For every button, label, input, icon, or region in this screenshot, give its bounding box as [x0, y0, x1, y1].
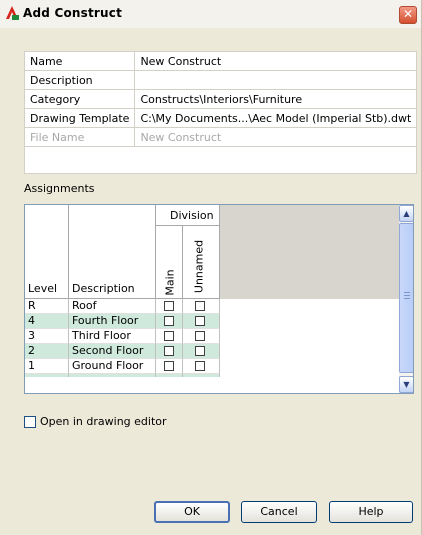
property-value[interactable]: Constructs\Interiors\Furniture: [134, 89, 417, 109]
properties-table: Name New Construct Description Category Cons…: [24, 51, 418, 174]
unnamed-column-header[interactable]: Unnamed: [183, 226, 220, 299]
close-icon: ✕: [402, 7, 414, 21]
add-construct-dialog: Add Construct ✕ Name New Construct Descrip…: [0, 0, 422, 535]
level-cell: 2: [25, 344, 69, 359]
main-cell: [156, 359, 183, 374]
table-row[interactable]: 1 Ground Floor: [25, 359, 399, 374]
unnamed-checkbox[interactable]: [195, 301, 205, 311]
property-row: File Name New Construct: [24, 127, 417, 147]
table-row[interactable]: 2 Second Floor: [25, 344, 399, 359]
grid-rows: R Roof 4 Fourth Floor 3 Third Floor 2 Second Fl…: [25, 299, 399, 377]
division-group-header: Division: [156, 205, 220, 226]
level-header-label: Level: [28, 282, 58, 295]
level-cell: R: [25, 299, 69, 314]
property-value[interactable]: C:\My Documents...\Aec Model (Imperial S…: [134, 108, 417, 128]
table-row[interactable]: 4 Fourth Floor: [25, 314, 399, 329]
partial-cell: [25, 374, 69, 377]
property-value: New Construct: [134, 127, 417, 147]
unnamed-cell: [183, 344, 220, 359]
property-key: Category: [24, 89, 136, 109]
property-row: Drawing Template C:\My Documents...\Aec M…: [24, 108, 417, 128]
property-value[interactable]: New Construct: [134, 51, 417, 71]
level-cell: 3: [25, 329, 69, 344]
description-column-header[interactable]: Description: [69, 205, 156, 299]
level-column-header[interactable]: Level: [25, 205, 69, 299]
property-row: Description: [24, 70, 417, 90]
main-checkbox[interactable]: [164, 361, 174, 371]
unnamed-cell: [183, 329, 220, 344]
ok-button[interactable]: OK: [154, 501, 230, 523]
chevron-up-icon: ▲: [403, 209, 410, 218]
unnamed-cell: [183, 314, 220, 329]
main-checkbox[interactable]: [164, 301, 174, 311]
unnamed-checkbox[interactable]: [195, 361, 205, 371]
property-key: Drawing Template: [24, 108, 136, 128]
property-value[interactable]: [134, 70, 417, 90]
partial-cell: [183, 374, 220, 377]
partial-cell: [69, 374, 156, 377]
main-column-header[interactable]: Main: [156, 226, 183, 299]
unnamed-cell: [183, 299, 220, 314]
table-row[interactable]: R Roof: [25, 299, 399, 314]
division-header-label: Division: [170, 209, 214, 222]
level-cell: 4: [25, 314, 69, 329]
unnamed-checkbox[interactable]: [195, 316, 205, 326]
property-key: Name: [24, 51, 136, 71]
description-cell: Fourth Floor: [69, 314, 156, 329]
properties-empty-space: [25, 147, 417, 174]
property-key: File Name: [24, 127, 136, 147]
unnamed-header-label: Unnamed: [192, 239, 206, 294]
scroll-down-button[interactable]: ▼: [399, 376, 413, 393]
property-row: Category Constructs\Interiors\Furniture: [24, 89, 417, 109]
main-cell: [156, 299, 183, 314]
level-cell: 1: [25, 359, 69, 374]
main-header-label: Main: [163, 269, 177, 296]
close-button[interactable]: ✕: [399, 6, 417, 24]
autocad-a-icon: [6, 6, 19, 20]
assignments-grid: Level Description Division Main Unnamed …: [24, 204, 414, 394]
chevron-down-icon: ▼: [403, 380, 410, 389]
scroll-thumb[interactable]: [399, 223, 413, 373]
dialog-title: Add Construct: [23, 6, 123, 20]
vertical-scrollbar[interactable]: ▲ ▼: [399, 205, 413, 393]
property-key: Description: [24, 70, 136, 90]
main-cell: [156, 329, 183, 344]
description-cell: Roof: [69, 299, 156, 314]
unnamed-checkbox[interactable]: [195, 346, 205, 356]
main-checkbox[interactable]: [164, 346, 174, 356]
main-checkbox[interactable]: [164, 331, 174, 341]
main-cell: [156, 344, 183, 359]
unnamed-cell: [183, 359, 220, 374]
description-cell: Ground Floor: [69, 359, 156, 374]
scroll-up-button[interactable]: ▲: [399, 205, 413, 222]
main-cell: [156, 314, 183, 329]
title-bar: Add Construct ✕: [0, 0, 421, 28]
property-row: Name New Construct: [24, 51, 417, 71]
unnamed-checkbox[interactable]: [195, 331, 205, 341]
help-button[interactable]: Help: [329, 501, 413, 523]
open-in-editor-checkbox[interactable]: [24, 416, 36, 428]
description-cell: Third Floor: [69, 329, 156, 344]
cancel-button[interactable]: Cancel: [241, 501, 317, 523]
table-row-partial: [25, 374, 399, 377]
open-in-editor-label[interactable]: Open in drawing editor: [40, 415, 167, 428]
main-checkbox[interactable]: [164, 316, 174, 326]
partial-cell: [156, 374, 183, 377]
description-header-label: Description: [72, 282, 135, 295]
assignments-label: Assignments: [24, 182, 95, 195]
description-cell: Second Floor: [69, 344, 156, 359]
table-row[interactable]: 3 Third Floor: [25, 329, 399, 344]
